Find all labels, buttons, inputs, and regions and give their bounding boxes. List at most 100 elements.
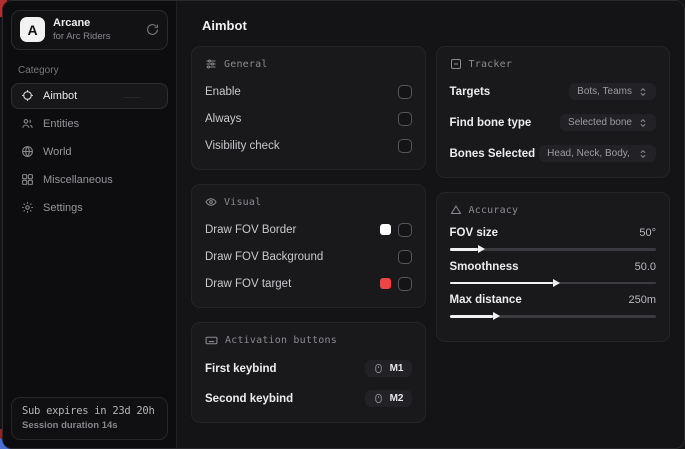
mouse-icon <box>373 393 384 404</box>
find-bone-type-dropdown[interactable]: Selected bone <box>560 114 656 131</box>
app-brand: A Arcane for Arc Riders <box>11 10 168 50</box>
tracker-card: Tracker Targets Bots, Teams <box>436 46 671 178</box>
setting-row: Enable <box>205 81 412 102</box>
card-title: Visual <box>224 197 261 208</box>
app-window: A Arcane for Arc Riders Category Aim <box>2 0 685 449</box>
setting-label: Smoothness <box>450 261 519 273</box>
smoothness-value: 50.0 <box>635 261 656 273</box>
card-title: Tracker <box>469 59 513 70</box>
eye-icon <box>205 196 217 208</box>
setting-label: Enable <box>205 86 241 98</box>
sidebar-item-label: Settings <box>43 202 83 214</box>
logo-letter: A <box>27 22 37 38</box>
setting-label: Draw FOV Background <box>205 251 323 263</box>
setting-row: Visibility check <box>205 135 412 156</box>
sidebar-item-settings[interactable]: Settings <box>11 195 168 221</box>
setting-label: Always <box>205 113 241 125</box>
setting-row: Find bone type Selected bone <box>450 112 657 133</box>
draw-fov-border-checkbox[interactable] <box>398 223 412 237</box>
app-logo: A <box>20 17 45 42</box>
first-keybind-button[interactable]: M1 <box>365 360 412 377</box>
setting-row: Draw FOV Background <box>205 246 412 267</box>
chevrons-up-down-icon <box>638 118 648 128</box>
setting-label: Targets <box>450 86 491 98</box>
second-keybind-button[interactable]: M2 <box>365 390 412 407</box>
enable-checkbox[interactable] <box>398 85 412 99</box>
slider-thumb[interactable] <box>478 245 485 253</box>
app-subtitle: for Arc Riders <box>53 31 138 43</box>
sidebar-item-label: Aimbot <box>43 90 77 102</box>
setting-row: Always <box>205 108 412 129</box>
setting-label: First keybind <box>205 363 277 375</box>
setting-label: Max distance <box>450 294 522 306</box>
gear-icon <box>21 201 34 214</box>
setting-row: Draw FOV Border <box>205 219 412 240</box>
square-minus-icon <box>450 58 462 70</box>
fov-target-color-swatch[interactable] <box>380 278 391 289</box>
setting-label: Visibility check <box>205 140 280 152</box>
visibility-check-checkbox[interactable] <box>398 139 412 153</box>
setting-label: Draw FOV Border <box>205 224 296 236</box>
sidebar-item-world[interactable]: World <box>11 139 168 165</box>
setting-row: Second keybind M2 <box>205 388 412 409</box>
sidebar-item-miscellaneous[interactable]: Miscellaneous <box>11 167 168 193</box>
max-distance-slider[interactable] <box>450 315 657 318</box>
setting-row: First keybind M1 <box>205 358 412 379</box>
sidebar-item-entities[interactable]: Entities <box>11 111 168 137</box>
draw-fov-target-checkbox[interactable] <box>398 277 412 291</box>
setting-label: Bones Selected <box>450 148 536 160</box>
setting-row: Targets Bots, Teams <box>450 81 657 102</box>
chevrons-up-down-icon <box>638 87 648 97</box>
sliders-icon <box>205 58 217 70</box>
chevrons-up-down-icon <box>638 149 648 159</box>
entities-icon <box>21 117 34 130</box>
visual-card: Visual Draw FOV Border Draw FOV Backgrou… <box>191 184 426 308</box>
accuracy-card: Accuracy FOV size 50° <box>436 192 671 342</box>
fov-border-color-swatch[interactable] <box>380 224 391 235</box>
globe-icon <box>21 145 34 158</box>
setting-label: Draw FOV target <box>205 278 291 290</box>
setting-label: Find bone type <box>450 117 532 129</box>
setting-row: Draw FOV target <box>205 273 412 294</box>
sidebar-nav: Aimbot Entities World <box>3 82 176 222</box>
triangle-icon <box>450 204 462 216</box>
always-checkbox[interactable] <box>398 112 412 126</box>
session-duration: Session duration 14s <box>22 420 157 431</box>
mouse-icon <box>373 363 384 374</box>
category-label: Category <box>18 65 176 76</box>
main-content: Aimbot General Enable <box>177 1 684 448</box>
bones-selected-dropdown[interactable]: Head, Neck, Body, Pe.. <box>539 145 656 162</box>
sidebar: A Arcane for Arc Riders Category Aim <box>3 1 177 448</box>
max-distance-value: 250m <box>628 294 656 306</box>
sidebar-item-label: Miscellaneous <box>43 174 113 186</box>
slider-thumb[interactable] <box>553 279 560 287</box>
sidebar-item-label: Entities <box>43 118 79 130</box>
app-name: Arcane <box>53 17 138 31</box>
setting-label: Second keybind <box>205 393 293 405</box>
setting-label: FOV size <box>450 227 499 239</box>
setting-row: Bones Selected Head, Neck, Body, Pe.. <box>450 143 657 164</box>
page-title: Aimbot <box>202 18 670 33</box>
fov-size-value: 50° <box>639 227 656 239</box>
card-title: Activation buttons <box>225 335 337 346</box>
setting-row: Max distance 250m <box>450 294 657 318</box>
selected-item-dash <box>123 97 141 98</box>
smoothness-slider[interactable] <box>450 282 657 285</box>
setting-row: FOV size 50° <box>450 227 657 251</box>
sidebar-item-label: World <box>43 146 72 158</box>
card-title: General <box>224 59 268 70</box>
subscription-status: Sub expires in 23d 20h Session duration … <box>11 397 168 440</box>
keyboard-icon <box>205 334 218 347</box>
sidebar-item-aimbot[interactable]: Aimbot <box>11 83 168 109</box>
subscription-expiry: Sub expires in 23d 20h <box>22 405 157 417</box>
targets-dropdown[interactable]: Bots, Teams <box>569 83 656 100</box>
refresh-icon[interactable] <box>146 23 159 36</box>
draw-fov-background-checkbox[interactable] <box>398 250 412 264</box>
setting-row: Smoothness 50.0 <box>450 261 657 285</box>
general-card: General Enable Always Visibility check <box>191 46 426 170</box>
slider-thumb[interactable] <box>493 312 500 320</box>
card-title: Accuracy <box>469 205 519 216</box>
crosshair-icon <box>21 89 34 102</box>
grid-icon <box>21 173 34 186</box>
fov-size-slider[interactable] <box>450 248 657 251</box>
